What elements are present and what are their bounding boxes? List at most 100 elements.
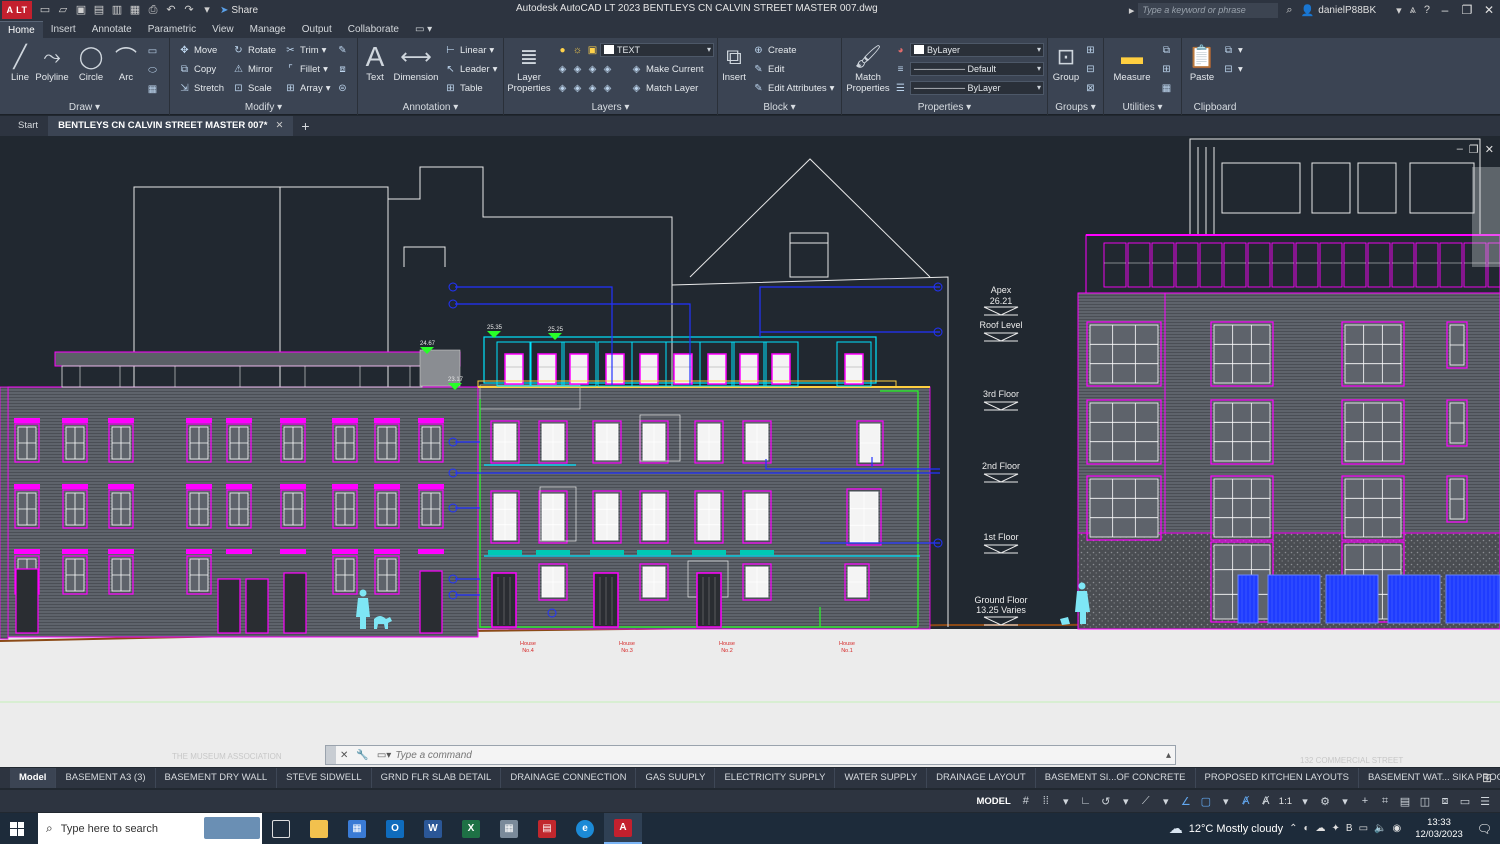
create-block-button[interactable]: ⊕ Create	[752, 42, 796, 58]
open-folder-icon[interactable]: ▱	[56, 4, 70, 16]
array-button[interactable]: ⊞ Array ▾	[284, 80, 330, 96]
ortho-icon[interactable]: ∟	[1079, 795, 1093, 807]
gear-icon[interactable]: ⚙	[1318, 795, 1332, 808]
close-tab-icon[interactable]: ✕	[275, 120, 283, 131]
layout-tab[interactable]: STEVE SIDWELL	[277, 768, 372, 788]
rotate-button[interactable]: ↻ Rotate	[232, 42, 276, 58]
polyline-button[interactable]: ⤳ Polyline	[32, 42, 72, 83]
explode-button[interactable]: ⧈	[336, 61, 349, 77]
quick-select-button[interactable]: ⧉	[1160, 42, 1173, 58]
hatch-button[interactable]: ⬭	[146, 62, 159, 78]
gear-menu-chevron-icon[interactable]: ▾	[1338, 795, 1352, 808]
weather-icon[interactable]: ☁	[1169, 820, 1183, 837]
panel-groups-title[interactable]: Groups ▾	[1048, 102, 1103, 113]
viewport-restore-icon[interactable]: ❐	[1469, 143, 1479, 156]
dimension-button[interactable]: ⟷ Dimension	[391, 42, 441, 83]
tray-app-icon[interactable]: ◐	[1303, 823, 1309, 834]
grid-icon[interactable]: #	[1019, 795, 1033, 807]
layout-tab[interactable]: WATER SUPPLY	[835, 768, 928, 788]
ribbon-options-icon[interactable]: ▭ ▾	[407, 21, 440, 38]
clean-screen-icon[interactable]: ▭	[1458, 795, 1472, 808]
command-line-grip[interactable]	[326, 746, 336, 764]
panel-draw-title[interactable]: Draw ▾	[0, 102, 169, 113]
layout-grid-icon[interactable]: ⊞	[1482, 771, 1492, 785]
ungroup-button[interactable]: ⊞	[1084, 42, 1097, 58]
measure-button[interactable]: ▬ Measure	[1110, 42, 1154, 83]
close-command-icon[interactable]: ✕	[340, 750, 348, 761]
select-all-button[interactable]: ⊞	[1160, 61, 1173, 77]
layout-tab[interactable]: BASEMENT A3 (3)	[56, 768, 156, 788]
tab-insert[interactable]: Insert	[43, 21, 84, 38]
user-menu-chevron-icon[interactable]: ▾	[1396, 4, 1402, 17]
offset-button[interactable]: ⊜	[336, 80, 349, 96]
edit-block-button[interactable]: ✎ Edit	[752, 61, 784, 77]
match-properties-button[interactable]: 🖌 Match Properties	[846, 42, 890, 94]
new-file-icon[interactable]: ▭	[38, 4, 52, 16]
paste-button[interactable]: 📋 Paste	[1182, 42, 1222, 83]
hardware-acceleration-icon[interactable]: ▤	[1398, 795, 1412, 808]
trim-button[interactable]: ✂ Trim ▾	[284, 42, 326, 58]
isodraft-icon[interactable]: ⟋	[1139, 795, 1153, 808]
command-history-icon[interactable]: ▴	[1166, 750, 1171, 761]
leader-button[interactable]: ↖ Leader ▾	[444, 61, 497, 77]
customize-qat-icon[interactable]: ▾	[200, 4, 214, 16]
network-icon[interactable]: ▭	[1359, 823, 1368, 834]
auto-scale-icon[interactable]: Ⱥ	[1259, 795, 1273, 807]
color-dropdown[interactable]: ByLayer ▾	[910, 43, 1044, 57]
model-space-toggle[interactable]: MODEL	[976, 796, 1010, 807]
panel-utilities-title[interactable]: Utilities ▾	[1104, 102, 1181, 113]
table-button[interactable]: ⊞ Table	[444, 80, 482, 96]
bitdefender-icon[interactable]: B	[1346, 823, 1353, 834]
tab-manage[interactable]: Manage	[242, 21, 294, 38]
command-input[interactable]	[395, 749, 1162, 761]
weather-text[interactable]: 12°C Mostly cloudy	[1189, 823, 1283, 835]
start-button[interactable]	[0, 813, 34, 844]
arc-button[interactable]: ⌒ Arc	[106, 42, 146, 83]
minimize-icon[interactable]: –	[1434, 3, 1456, 17]
annotation-visibility-icon[interactable]: Ⱥ	[1239, 795, 1253, 807]
viewport-close-icon[interactable]: ✕	[1485, 143, 1494, 156]
layout-tab[interactable]: PROPOSED KITCHEN LAYOUTS	[1196, 768, 1359, 788]
help-search-input[interactable]: Type a keyword or phrase	[1138, 2, 1279, 18]
autodesk-account-icon[interactable]: ⩓	[1410, 4, 1416, 17]
word-button[interactable]: W	[414, 813, 452, 844]
layout-tab-model[interactable]: Model	[10, 768, 57, 788]
panel-properties-title[interactable]: Properties ▾	[842, 102, 1047, 113]
layer-state-icons[interactable]: ● ☼ ▣	[556, 42, 599, 58]
polar-menu-chevron-icon[interactable]: ▾	[1119, 795, 1133, 808]
layer-properties-button[interactable]: ≣ Layer Properties	[507, 42, 551, 94]
tab-annotate[interactable]: Annotate	[84, 21, 140, 38]
layout-tab[interactable]: BASEMENT SI...OF CONCRETE	[1036, 768, 1196, 788]
tray-colorful-icon[interactable]: ✦	[1332, 823, 1340, 834]
save-icon[interactable]: ▣	[74, 4, 88, 16]
layout-tab[interactable]: GRND FLR SLAB DETAIL	[372, 768, 502, 788]
help-icon[interactable]: ?	[1424, 4, 1430, 16]
customize-command-icon[interactable]: 🔧	[356, 750, 368, 761]
lineweight-dropdown[interactable]: ──────── Default ▾	[910, 62, 1044, 76]
search-icon[interactable]: ⌕	[1286, 4, 1292, 17]
layer-tools-row-3[interactable]: ◈ ◈ ◈ ◈	[556, 80, 614, 96]
performance-icon[interactable]: ◫	[1418, 795, 1432, 808]
layout-tab[interactable]: BASEMENT DRY WALL	[156, 768, 278, 788]
object-snap-icon[interactable]: ▢	[1199, 795, 1213, 808]
volume-icon[interactable]: 🔈	[1374, 823, 1386, 834]
store-button[interactable]: ▦	[338, 813, 376, 844]
customization-menu-icon[interactable]: ☰	[1478, 795, 1492, 808]
layout-tab[interactable]: DRAINAGE CONNECTION	[501, 768, 637, 788]
copy-clip-button[interactable]: ⧉ ▾	[1222, 42, 1243, 58]
group-select-button[interactable]: ⊠	[1084, 80, 1097, 96]
isolate-objects-icon[interactable]: ⌗	[1378, 795, 1392, 808]
text-button[interactable]: A Text	[355, 41, 395, 83]
print-icon[interactable]: ⎙	[146, 4, 160, 16]
tab-collaborate[interactable]: Collaborate	[340, 21, 407, 38]
plot-icon[interactable]: ▦	[128, 4, 142, 16]
share-button[interactable]: ➤ Share	[220, 5, 258, 16]
redo-icon[interactable]: ↷	[182, 4, 196, 16]
region-button[interactable]: ▦	[146, 81, 159, 97]
panel-modify-title[interactable]: Modify ▾	[170, 102, 357, 113]
linetype-dropdown[interactable]: ──────── ByLayer ▾	[910, 81, 1044, 95]
outlook-button[interactable]: O	[376, 813, 414, 844]
save-as-icon[interactable]: ▤	[92, 4, 106, 16]
circle-button[interactable]: ◯ Circle	[71, 42, 111, 83]
undo-icon[interactable]: ↶	[164, 4, 178, 16]
